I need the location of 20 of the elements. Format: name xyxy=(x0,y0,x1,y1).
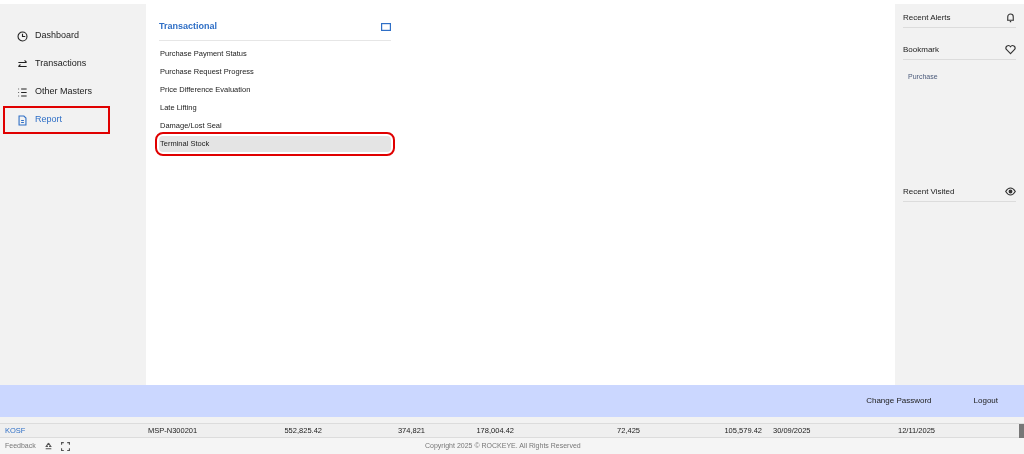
fullscreen-icon[interactable] xyxy=(60,441,70,451)
bell-icon[interactable] xyxy=(1005,12,1016,23)
panel-heading: Bookmark xyxy=(903,43,939,56)
panel-heading: Recent Visited xyxy=(903,185,955,198)
header-link[interactable]: Change Password xyxy=(866,395,932,407)
sidebar-item[interactable]: Dashboard xyxy=(5,24,108,48)
header-link[interactable]: Logout xyxy=(973,395,998,407)
sidebar-item[interactable]: Report xyxy=(5,108,108,132)
scrollbar[interactable] xyxy=(1019,424,1024,438)
sidebar-item[interactable]: Other Masters xyxy=(5,80,108,104)
heart-icon[interactable] xyxy=(1005,44,1016,55)
clock-icon xyxy=(17,30,28,42)
sidebar-item[interactable]: Transactions xyxy=(5,52,108,76)
window-icon[interactable] xyxy=(381,22,391,31)
swap-arrows-icon xyxy=(17,58,28,70)
section-title: Transactional xyxy=(159,20,218,33)
list-icon xyxy=(17,86,28,98)
document-icon xyxy=(17,114,28,126)
eye-icon[interactable] xyxy=(1005,186,1016,197)
panel-heading: Recent Alerts xyxy=(903,11,951,24)
